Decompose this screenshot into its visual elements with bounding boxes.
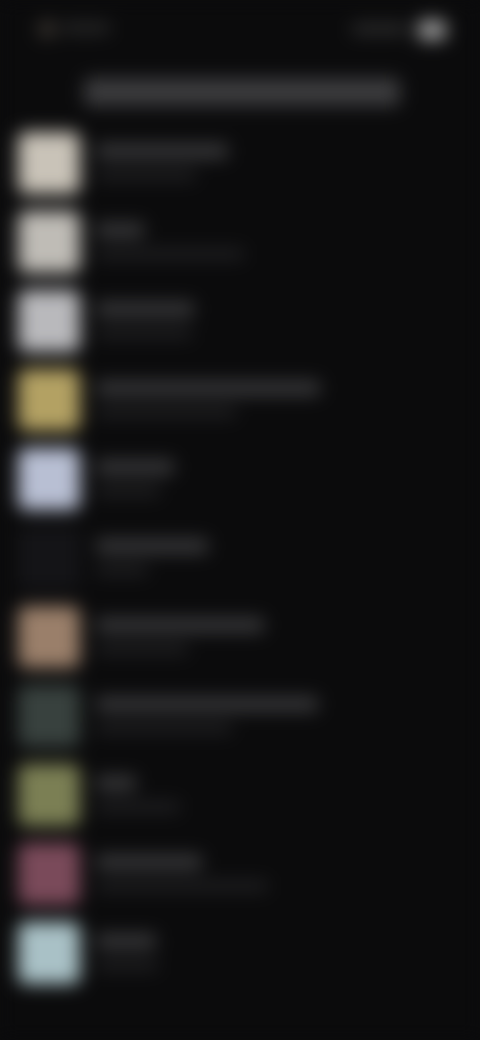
item-thumbnail [18,685,80,747]
list-item[interactable] [0,436,480,515]
item-title [96,618,264,632]
item-thumbnail [18,843,80,905]
item-subtitle [96,644,188,654]
item-thumbnail [18,764,80,826]
item-list [0,120,480,989]
item-subtitle [96,565,148,575]
item-thumbnail [18,290,80,352]
list-item[interactable] [0,673,480,752]
item-thumbnail [18,606,80,668]
item-subtitle [96,802,180,812]
list-item[interactable] [0,199,480,278]
item-subtitle [96,249,244,259]
item-thumbnail [18,922,80,984]
item-title [96,144,228,158]
item-title [96,223,144,237]
item-subtitle [96,881,268,891]
list-item[interactable] [0,910,480,989]
item-subtitle [96,960,158,970]
item-title [96,776,136,790]
item-title [96,539,208,553]
item-subtitle [96,486,160,496]
list-item[interactable] [0,278,480,357]
item-title [96,934,156,948]
list-item[interactable] [0,594,480,673]
notification-icon [38,20,56,38]
page-title [84,78,400,106]
status-time [62,22,110,34]
item-title [96,855,202,869]
item-subtitle [96,723,232,733]
status-bar [0,0,480,60]
list-item[interactable] [0,752,480,831]
list-item[interactable] [0,831,480,910]
item-title [96,381,320,395]
item-thumbnail [18,448,80,510]
item-thumbnail [18,211,80,273]
signal-icon [352,24,408,34]
item-thumbnail [18,369,80,431]
status-icons [352,18,446,42]
battery-icon [418,20,446,40]
item-subtitle [96,328,192,338]
item-title [96,697,318,711]
item-thumbnail [18,132,80,194]
item-subtitle [96,407,236,417]
app-screen [0,0,480,1040]
item-title [96,302,194,316]
list-item[interactable] [0,120,480,199]
list-item[interactable] [0,357,480,436]
item-title [96,460,174,474]
item-subtitle [96,170,196,180]
item-thumbnail [18,527,80,589]
list-item[interactable] [0,515,480,594]
